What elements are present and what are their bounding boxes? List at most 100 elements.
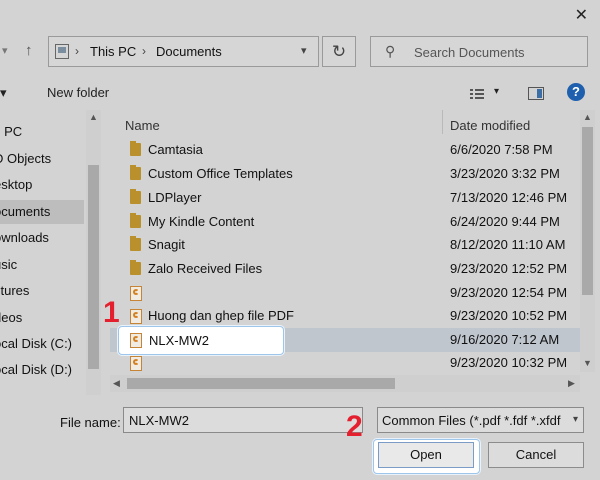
view-dropdown-icon[interactable]: ▾ — [494, 86, 499, 97]
open-button[interactable]: Open — [378, 442, 474, 468]
pdf-file-icon — [130, 286, 142, 301]
preview-pane-icon[interactable] — [528, 87, 544, 100]
scrollbar-thumb[interactable] — [582, 127, 593, 295]
sidebar-item-videos[interactable]: deos — [0, 306, 84, 330]
file-date: 6/6/2020 7:58 PM — [450, 142, 553, 157]
file-name: My Kindle Content — [148, 214, 255, 229]
refresh-icon: ↻ — [331, 42, 347, 61]
pdf-file-icon — [130, 309, 142, 324]
list-item[interactable]: Zalo Received Files 9/23/2020 12:52 PM — [110, 257, 580, 281]
list-item[interactable]: 9/23/2020 12:54 PM — [110, 281, 580, 305]
sidebar-item-label: D Objects — [0, 151, 52, 166]
file-date: 3/23/2020 3:32 PM — [450, 166, 560, 181]
sidebar-item-label: deos — [0, 310, 23, 325]
file-type-value: Common Files (*.pdf *.fdf *.xfdf — [382, 413, 561, 428]
scroll-up-icon[interactable]: ▲ — [583, 112, 592, 122]
sidebar-item-label: ocal Disk (D:) — [0, 362, 73, 377]
sidebar-scrollbar[interactable]: ▲ — [86, 110, 101, 395]
pdf-file-icon — [130, 333, 142, 348]
file-name-value: NLX-MW2 — [129, 413, 189, 428]
folder-icon — [130, 213, 141, 228]
file-name: Snagit — [148, 237, 185, 252]
sidebar-item-label: ownloads — [0, 230, 49, 245]
list-item[interactable]: Huong dan ghep file PDF 9/23/2020 10:52 … — [110, 304, 580, 328]
file-date: 9/23/2020 12:54 PM — [450, 285, 568, 300]
file-date: 9/23/2020 10:52 PM — [450, 308, 568, 323]
list-item[interactable]: LDPlayer 7/13/2020 12:46 PM — [110, 186, 580, 210]
file-name: LDPlayer — [148, 190, 202, 205]
file-name-field[interactable]: NLX-MW2 — [123, 407, 363, 433]
breadcrumb-documents[interactable]: Documents — [156, 44, 222, 59]
sidebar-item-pictures[interactable]: ctures — [0, 279, 84, 303]
file-date: 9/23/2020 10:32 PM — [450, 355, 568, 370]
column-header-date-modified[interactable]: Date modified — [450, 118, 530, 133]
close-icon[interactable]: ✕ — [575, 5, 588, 25]
list-item[interactable]: My Kindle Content 6/24/2020 9:44 PM — [110, 210, 580, 234]
sidebar-item-music[interactable]: usic — [0, 253, 84, 277]
sidebar-item-3d-objects[interactable]: D Objects — [0, 147, 84, 171]
scroll-right-icon[interactable]: ▶ — [568, 378, 575, 389]
file-date: 6/24/2020 9:44 PM — [450, 214, 560, 229]
folder-icon — [130, 260, 141, 275]
file-name: NLX-MW2 — [149, 333, 209, 348]
refresh-button[interactable]: ↻ — [322, 36, 356, 67]
file-date: 8/12/2020 11:10 AM — [450, 237, 566, 252]
sidebar-item-local-disk-d[interactable]: ocal Disk (D:) — [0, 358, 84, 382]
file-type-select[interactable]: Common Files (*.pdf *.fdf *.xfdf ▾ — [377, 407, 584, 433]
file-date: 7/13/2020 12:46 PM — [450, 190, 568, 205]
file-date: 9/16/2020 7:12 AM — [450, 332, 560, 347]
file-name: Camtasia — [148, 142, 203, 157]
address-dropdown-icon[interactable]: ▾ — [301, 44, 307, 57]
help-icon[interactable]: ? — [567, 83, 585, 101]
list-item[interactable]: Camtasia 6/6/2020 7:58 PM — [110, 138, 580, 162]
pdf-file-icon — [130, 356, 142, 371]
sidebar-item-label: ctures — [0, 283, 30, 298]
search-placeholder: Search Documents — [414, 45, 525, 60]
list-item[interactable]: Snagit 8/12/2020 11:10 AM — [110, 233, 580, 257]
cancel-button[interactable]: Cancel — [488, 442, 584, 468]
step-2-badge: 2 — [346, 410, 363, 443]
breadcrumb-separator: › — [75, 44, 79, 58]
sidebar-item-downloads[interactable]: ownloads — [0, 226, 84, 250]
breadcrumb-this-pc[interactable]: This PC — [90, 44, 136, 59]
horizontal-scrollbar[interactable]: ◀ ▶ — [110, 375, 580, 392]
new-folder-button[interactable]: New folder — [47, 85, 109, 100]
list-item[interactable]: Custom Office Templates 3/23/2020 3:32 P… — [110, 162, 580, 186]
sidebar-item-documents[interactable]: ocuments — [0, 200, 84, 224]
column-header-name[interactable]: Name — [125, 118, 160, 133]
this-pc-icon — [55, 44, 69, 59]
search-input[interactable]: ⚲ Search Documents — [370, 36, 588, 67]
sidebar-item-this-pc[interactable]: s PC — [0, 120, 84, 144]
file-name-label: File name: — [60, 415, 121, 430]
column-divider[interactable] — [442, 110, 443, 134]
scroll-left-icon[interactable]: ◀ — [113, 378, 120, 389]
file-name: Huong dan ghep file PDF — [148, 308, 294, 323]
scrollbar-thumb[interactable] — [88, 165, 99, 369]
file-date: 9/23/2020 12:52 PM — [450, 261, 568, 276]
sidebar-item-local-disk-c[interactable]: ocal Disk (C:) — [0, 332, 84, 356]
folder-icon — [130, 236, 141, 251]
selected-file-highlight[interactable]: NLX-MW2 — [118, 326, 284, 355]
sidebar-item-label: esktop — [0, 177, 33, 192]
recent-locations-icon[interactable]: ▾ — [2, 44, 8, 57]
up-arrow-icon[interactable]: ↑ — [25, 42, 33, 59]
sidebar-item-label: ocuments — [0, 204, 51, 219]
chevron-down-icon: ▾ — [572, 414, 578, 425]
address-bar[interactable]: › This PC › Documents — [48, 36, 319, 67]
organize-dropdown-icon[interactable]: ▾ — [0, 85, 7, 101]
step-1-badge: 1 — [103, 296, 120, 329]
folder-icon — [130, 165, 141, 180]
breadcrumb-separator: › — [142, 44, 146, 58]
file-list-scrollbar[interactable]: ▲ ▼ — [580, 110, 595, 372]
folder-icon — [130, 189, 141, 204]
scroll-down-icon[interactable]: ▼ — [583, 358, 592, 368]
file-name: Custom Office Templates — [148, 166, 293, 181]
scrollbar-thumb[interactable] — [127, 378, 395, 389]
view-options-icon[interactable] — [470, 88, 484, 99]
scroll-up-icon[interactable]: ▲ — [89, 112, 98, 122]
folder-icon — [130, 141, 141, 156]
sidebar-item-desktop[interactable]: esktop — [0, 173, 84, 197]
sidebar-item-label: usic — [0, 257, 18, 272]
search-icon: ⚲ — [385, 43, 396, 59]
sidebar-item-label: s PC — [0, 124, 23, 139]
